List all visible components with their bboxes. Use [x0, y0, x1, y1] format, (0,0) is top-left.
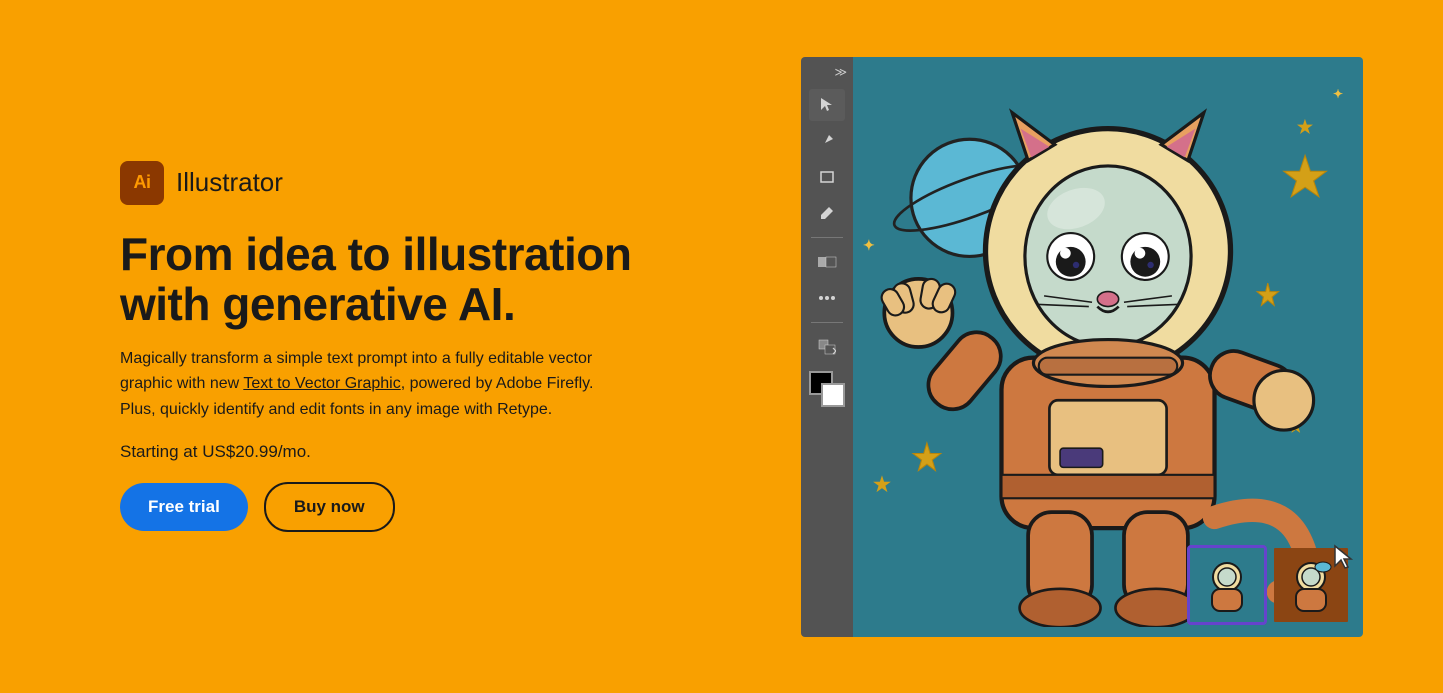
page-headline: From idea to illustration with generativ… — [120, 229, 680, 330]
text-to-vector-link[interactable]: Text to Vector Graphic — [243, 375, 400, 392]
tool-color-box[interactable] — [809, 371, 845, 407]
tool-arrange[interactable] — [809, 331, 845, 363]
tool-dots[interactable] — [809, 282, 845, 314]
expand-icon: ≫ — [834, 65, 847, 79]
tool-eyedropper[interactable] — [809, 197, 845, 229]
page-wrapper: Ai Illustrator From idea to illustration… — [0, 0, 1443, 693]
ai-logo-text: Ai — [134, 172, 151, 193]
canvas-area: ★ ✦ ★ ★ ✦ — [853, 57, 1363, 637]
pricing-text: Starting at US$20.99/mo. — [120, 442, 680, 462]
thumbnail-1[interactable] — [1187, 545, 1267, 625]
illustrator-window: ≫ — [801, 57, 1363, 637]
toolbar: ≫ — [801, 57, 853, 637]
buy-now-button[interactable]: Buy now — [264, 482, 395, 532]
cursor-arrow — [1333, 544, 1355, 577]
right-content: ≫ — [740, 40, 1363, 653]
toolbar-expand: ≫ — [801, 65, 853, 79]
hero-description: Magically transform a simple text prompt… — [120, 346, 620, 423]
cta-row: Free trial Buy now — [120, 482, 680, 532]
logo-row: Ai Illustrator — [120, 161, 680, 205]
cat-astronaut-illustration — [863, 67, 1353, 627]
ai-logo: Ai — [120, 161, 164, 205]
tool-separator-2 — [811, 322, 843, 323]
color-background — [821, 383, 845, 407]
tool-pen[interactable] — [809, 125, 845, 157]
tool-shape[interactable] — [809, 246, 845, 278]
tool-rectangle[interactable] — [809, 161, 845, 193]
thumb-1-inner — [1190, 548, 1264, 622]
free-trial-button[interactable]: Free trial — [120, 483, 248, 531]
app-name: Illustrator — [176, 167, 283, 198]
tool-select[interactable] — [809, 89, 845, 121]
thumbnail-strip — [1187, 545, 1351, 625]
left-content: Ai Illustrator From idea to illustration… — [120, 161, 680, 533]
tool-separator-1 — [811, 237, 843, 238]
